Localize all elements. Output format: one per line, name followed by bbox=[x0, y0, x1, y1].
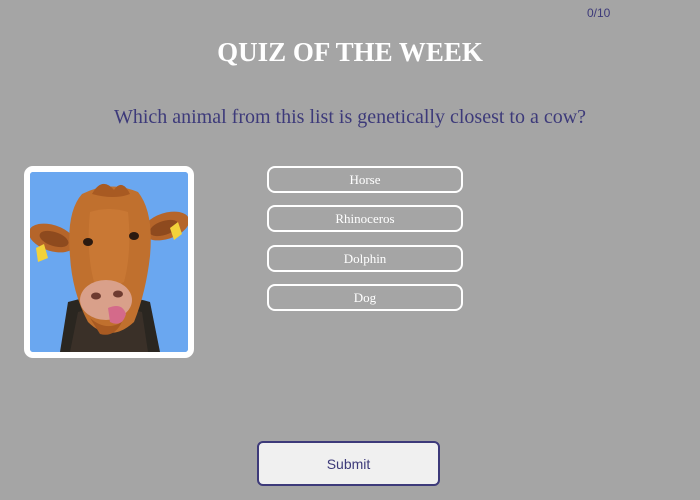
question-text: Which animal from this list is genetical… bbox=[113, 106, 587, 128]
answer-option-rhinoceros[interactable]: Rhinoceros bbox=[267, 205, 463, 232]
submit-button[interactable]: Submit bbox=[257, 441, 440, 486]
question-image bbox=[24, 166, 194, 358]
answer-option-horse[interactable]: Horse bbox=[267, 166, 463, 193]
answer-label: Dog bbox=[353, 289, 377, 305]
page-title: QUIZ OF THE WEEK bbox=[217, 37, 483, 67]
progress-counter: 0/10 bbox=[587, 6, 611, 20]
answer-option-dolphin[interactable]: Dolphin bbox=[267, 245, 463, 272]
answer-label: Dolphin bbox=[343, 250, 387, 266]
answer-label: Horse bbox=[349, 171, 381, 187]
answer-label: Rhinoceros bbox=[335, 210, 395, 226]
cow-photo-icon bbox=[30, 172, 188, 352]
answer-option-dog[interactable]: Dog bbox=[267, 284, 463, 311]
